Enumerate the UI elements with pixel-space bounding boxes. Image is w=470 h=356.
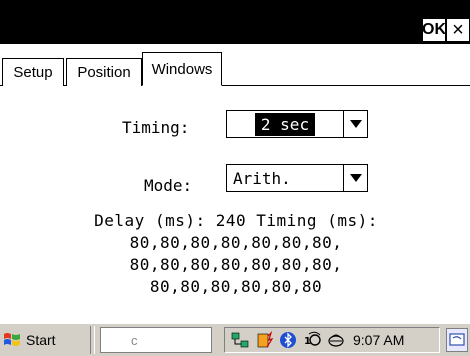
- delay-line-1: Delay (ms): 240 Timing (ms):: [94, 211, 378, 230]
- timing-dropdown-button[interactable]: [343, 111, 367, 137]
- windows-flag-icon: [4, 333, 20, 346]
- tab-position-label: Position: [77, 64, 131, 81]
- delay-line-4: 80,80,80,80,80,80: [149, 277, 323, 296]
- timing-label: Timing:: [122, 118, 190, 137]
- taskbar-app-text: c: [131, 332, 138, 348]
- chevron-down-icon: [349, 174, 362, 182]
- wifi-icon[interactable]: 1: [303, 331, 321, 349]
- tab-setup[interactable]: Setup: [2, 58, 64, 86]
- tab-position[interactable]: Position: [66, 58, 142, 86]
- clock[interactable]: 9:07 AM: [353, 332, 404, 348]
- tab-windows[interactable]: Windows: [142, 52, 222, 86]
- delay-line-3: 80,80,80,80,80,80,80,: [129, 255, 343, 274]
- mode-value: Arith.: [233, 168, 291, 188]
- delay-timing-readout: Delay (ms): 240 Timing (ms): 80,80,80,80…: [40, 210, 432, 298]
- sync-icon[interactable]: [327, 331, 345, 349]
- mode-dropdown-button[interactable]: [343, 165, 367, 191]
- start-label: Start: [26, 332, 56, 348]
- desktop-icon: [449, 333, 465, 346]
- close-button[interactable]: ×: [446, 18, 470, 42]
- system-tray: 1 9:07 AM: [224, 327, 440, 353]
- start-button[interactable]: Start: [2, 328, 82, 352]
- battery-icon[interactable]: [255, 331, 273, 349]
- chevron-down-icon: [349, 120, 362, 128]
- title-bar: OK ×: [0, 0, 470, 44]
- taskbar: Start c 1 9:07 AM: [0, 323, 470, 356]
- mode-combobox[interactable]: Arith.: [226, 164, 368, 192]
- mode-label: Mode:: [144, 176, 193, 195]
- timing-combobox[interactable]: 2 sec: [226, 110, 368, 138]
- tab-setup-label: Setup: [13, 64, 53, 81]
- taskbar-app-button[interactable]: c: [100, 327, 212, 353]
- desktop-button[interactable]: [446, 328, 468, 352]
- delay-line-2: 80,80,80,80,80,80,80,: [129, 233, 343, 252]
- taskbar-separator: [90, 326, 95, 354]
- bluetooth-icon[interactable]: [279, 331, 297, 349]
- network-icon[interactable]: [231, 331, 249, 349]
- ok-button[interactable]: OK: [422, 18, 446, 42]
- timing-value: 2 sec: [254, 112, 316, 136]
- tab-windows-label: Windows: [151, 60, 213, 78]
